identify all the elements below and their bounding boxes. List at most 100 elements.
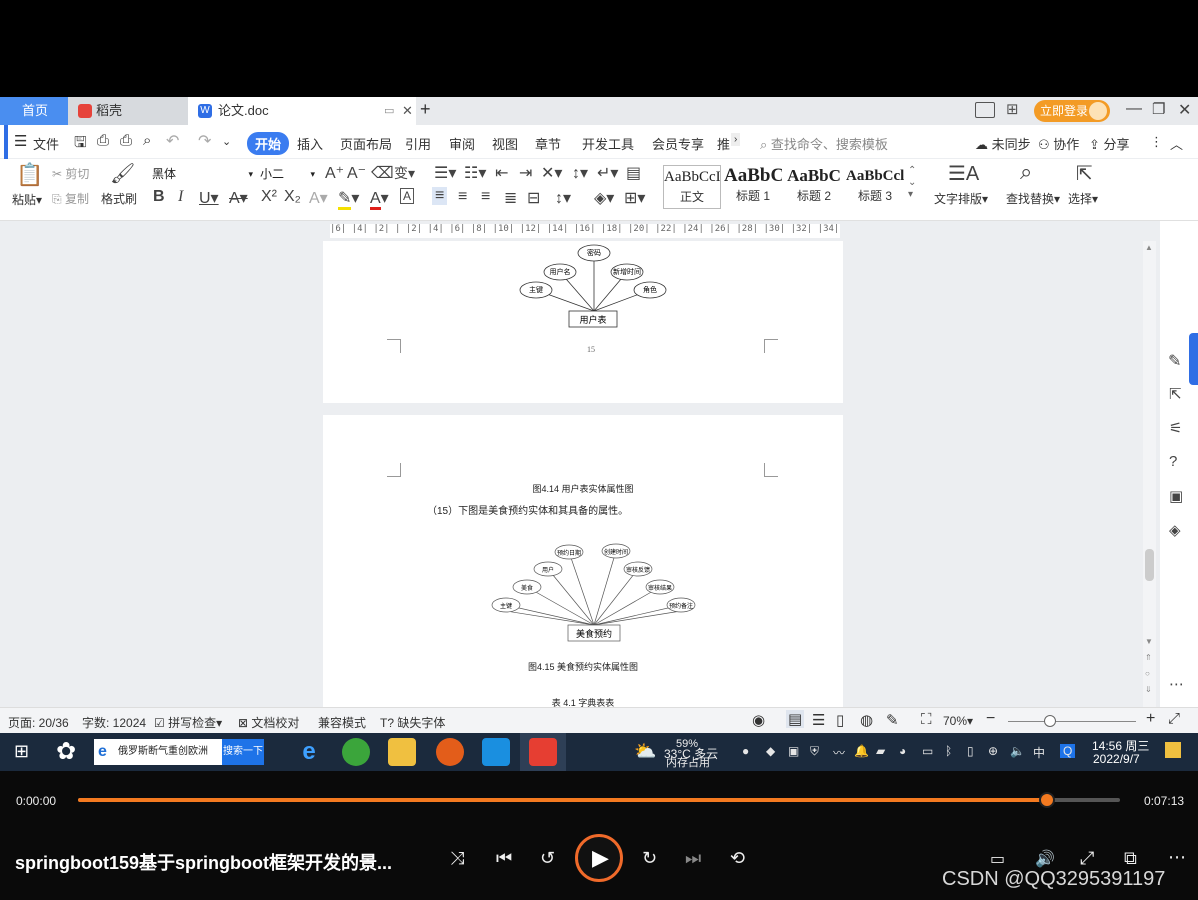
- fullscreen-player-icon[interactable]: ⤢: [1080, 848, 1094, 869]
- new-tab-button[interactable]: +: [420, 99, 431, 120]
- vertical-scrollbar[interactable]: ▲ ▼ ⇑ ○ ⇓: [1143, 241, 1156, 707]
- more-options-icon[interactable]: ⋯: [1168, 847, 1186, 868]
- zoom-in-icon[interactable]: +: [1146, 710, 1155, 728]
- fit-page-icon[interactable]: ⛶: [921, 711, 932, 728]
- find-replace-icon[interactable]: ⌕: [1020, 159, 1032, 185]
- compass-icon[interactable]: ◈: [1169, 521, 1181, 539]
- distributed-icon[interactable]: ⊟: [527, 188, 540, 208]
- forward-30-icon[interactable]: ↻: [642, 848, 657, 869]
- subtitles-icon[interactable]: ▭: [990, 849, 1005, 869]
- page-16[interactable]: 图4.14 用户表实体属性图 （15）下图是美食预约实体和其具备的属性。 主键 …: [323, 415, 843, 707]
- preview-icon[interactable]: ⌕: [143, 132, 151, 149]
- close-window-icon[interactable]: ✕: [1178, 100, 1191, 120]
- tab-document[interactable]: W 论文.doc ▭ ✕: [188, 97, 416, 125]
- find-replace-button[interactable]: 查找替换▾: [1006, 190, 1060, 207]
- tab-home[interactable]: 首页: [0, 97, 68, 125]
- style-heading3[interactable]: AaBbCcl 标题 3: [846, 165, 904, 209]
- style-normal[interactable]: AaBbCcI 正文: [663, 165, 721, 209]
- command-search[interactable]: ⌕ 查找命令、搜索模板: [760, 134, 888, 153]
- tab-close-icon[interactable]: ✕: [402, 97, 413, 125]
- style-heading2[interactable]: AaBbC 标题 2: [785, 165, 843, 209]
- zoom-slider-track[interactable]: [1008, 721, 1136, 722]
- align-right-icon[interactable]: ≡: [481, 188, 490, 206]
- font-size-select[interactable]: 小二 ▾: [256, 163, 318, 183]
- shuffle-icon[interactable]: ⤨: [450, 848, 464, 869]
- sync-status[interactable]: ☁ 未同步: [975, 134, 1031, 153]
- word-count[interactable]: 字数: 12024: [82, 714, 146, 731]
- save-icon[interactable]: 🖫: [74, 132, 87, 157]
- 360-browser-icon[interactable]: [342, 738, 370, 766]
- hamburger-icon[interactable]: ☰: [14, 132, 27, 150]
- mini-player-icon[interactable]: ⧉: [1124, 848, 1137, 869]
- minimize-icon[interactable]: —: [1126, 100, 1142, 118]
- bluetooth-icon[interactable]: ᛒ: [945, 744, 952, 758]
- shading-icon[interactable]: ◈▾: [594, 188, 614, 208]
- table-style-icon[interactable]: ▤: [626, 163, 641, 183]
- scroll-up-icon[interactable]: ▲: [1145, 243, 1153, 252]
- nvidia-icon[interactable]: ▰: [876, 744, 885, 758]
- file-explorer-icon[interactable]: [388, 738, 416, 766]
- superscript-icon[interactable]: X²: [261, 188, 277, 206]
- menu-file[interactable]: 文件: [33, 134, 59, 153]
- help-icon[interactable]: ?: [1169, 453, 1177, 470]
- spellcheck-button[interactable]: ☑ 拼写检查▾: [154, 714, 222, 731]
- tray-icon-2[interactable]: ◆: [766, 744, 775, 758]
- tray-q-icon[interactable]: Q: [1060, 744, 1076, 758]
- grid-apps-icon[interactable]: ⊞: [1006, 100, 1019, 118]
- bold-icon[interactable]: B: [153, 188, 165, 206]
- page-view-icon[interactable]: ▤: [786, 710, 805, 728]
- underline-icon[interactable]: U▾: [199, 188, 219, 208]
- shrink-font-icon[interactable]: A⁻: [347, 163, 366, 183]
- browser-search-box[interactable]: e 俄罗斯断气重创欧洲: [94, 739, 222, 765]
- select-button[interactable]: 选择▾: [1068, 190, 1098, 207]
- menu-developer[interactable]: 开发工具: [582, 134, 634, 153]
- clock-date[interactable]: 2022/9/7: [1093, 752, 1140, 766]
- wps-taskbar-icon[interactable]: [529, 738, 557, 766]
- pen-icon[interactable]: ✎: [1168, 351, 1181, 371]
- document-canvas[interactable]: 主键 用户名 密码 新增时间 角色 用户表 15 图4.14 用户表实体属性图 …: [0, 241, 1160, 707]
- repeat-icon[interactable]: ⟲: [730, 848, 745, 869]
- font-name-select[interactable]: 黑体 ▾: [148, 163, 256, 183]
- layout-icon[interactable]: [975, 102, 995, 118]
- volume-icon[interactable]: 🔈: [1010, 744, 1025, 758]
- quick-more-icon[interactable]: ⌄: [222, 135, 231, 148]
- para-mark-icon[interactable]: ↵▾: [597, 163, 618, 183]
- sidebar-handle[interactable]: [1189, 333, 1198, 385]
- format-painter-button[interactable]: 格式刷: [101, 190, 137, 207]
- pinyin-icon[interactable]: 变▾: [394, 163, 415, 183]
- fullscreen-icon[interactable]: ⤢: [1168, 710, 1180, 727]
- windows-start-icon[interactable]: ⊞: [14, 741, 29, 762]
- menu-review[interactable]: 审阅: [449, 134, 475, 153]
- more-icon[interactable]: ⋮: [1150, 134, 1163, 150]
- select-browse-icon[interactable]: ○: [1145, 669, 1150, 678]
- login-button[interactable]: 立即登录: [1034, 100, 1110, 122]
- chinese-layout-icon[interactable]: ✕▾: [541, 163, 562, 183]
- proofread-button[interactable]: ⊠ 文档校对: [238, 714, 299, 731]
- format-painter-icon[interactable]: 🖌: [110, 161, 135, 186]
- eye-protect-icon[interactable]: ◉: [752, 711, 765, 729]
- ie-browser-icon[interactable]: e: [295, 738, 323, 766]
- usb-icon[interactable]: ▯: [967, 744, 974, 758]
- next-icon[interactable]: ⏭: [685, 848, 701, 869]
- volume-player-icon[interactable]: 🔊: [1035, 849, 1055, 869]
- numbering-icon[interactable]: ☷▾: [464, 163, 486, 183]
- app-orange-icon[interactable]: [436, 738, 464, 766]
- style-heading1[interactable]: AaBbC 标题 1: [724, 165, 782, 209]
- tray-green-icon[interactable]: ⊕: [988, 744, 998, 758]
- browser-search-button[interactable]: 搜索一下: [222, 739, 264, 765]
- next-page-icon[interactable]: ⇓: [1145, 685, 1152, 694]
- char-border-icon[interactable]: A: [400, 188, 415, 204]
- horizontal-ruler[interactable]: |6| |4| |2| | |2| |4| |6| |8| |10| |12| …: [0, 221, 1198, 241]
- menu-member[interactable]: 会员专享: [652, 134, 704, 153]
- outline-view-icon[interactable]: ☰: [812, 711, 825, 729]
- line-spacing-icon[interactable]: ↕▾: [555, 188, 571, 208]
- menu-page-layout[interactable]: 页面布局: [340, 134, 392, 153]
- share-button[interactable]: ⇪ 分享: [1089, 134, 1130, 153]
- web-view-icon[interactable]: ◍: [860, 711, 873, 729]
- print-icon[interactable]: ⎙: [120, 132, 132, 149]
- ime-indicator[interactable]: 中: [1033, 744, 1045, 761]
- align-left-icon[interactable]: ≡: [432, 187, 448, 205]
- battery-icon[interactable]: ▭: [922, 744, 933, 758]
- previous-icon[interactable]: ⏮: [496, 848, 512, 869]
- clear-format-icon[interactable]: ⌫: [371, 163, 394, 183]
